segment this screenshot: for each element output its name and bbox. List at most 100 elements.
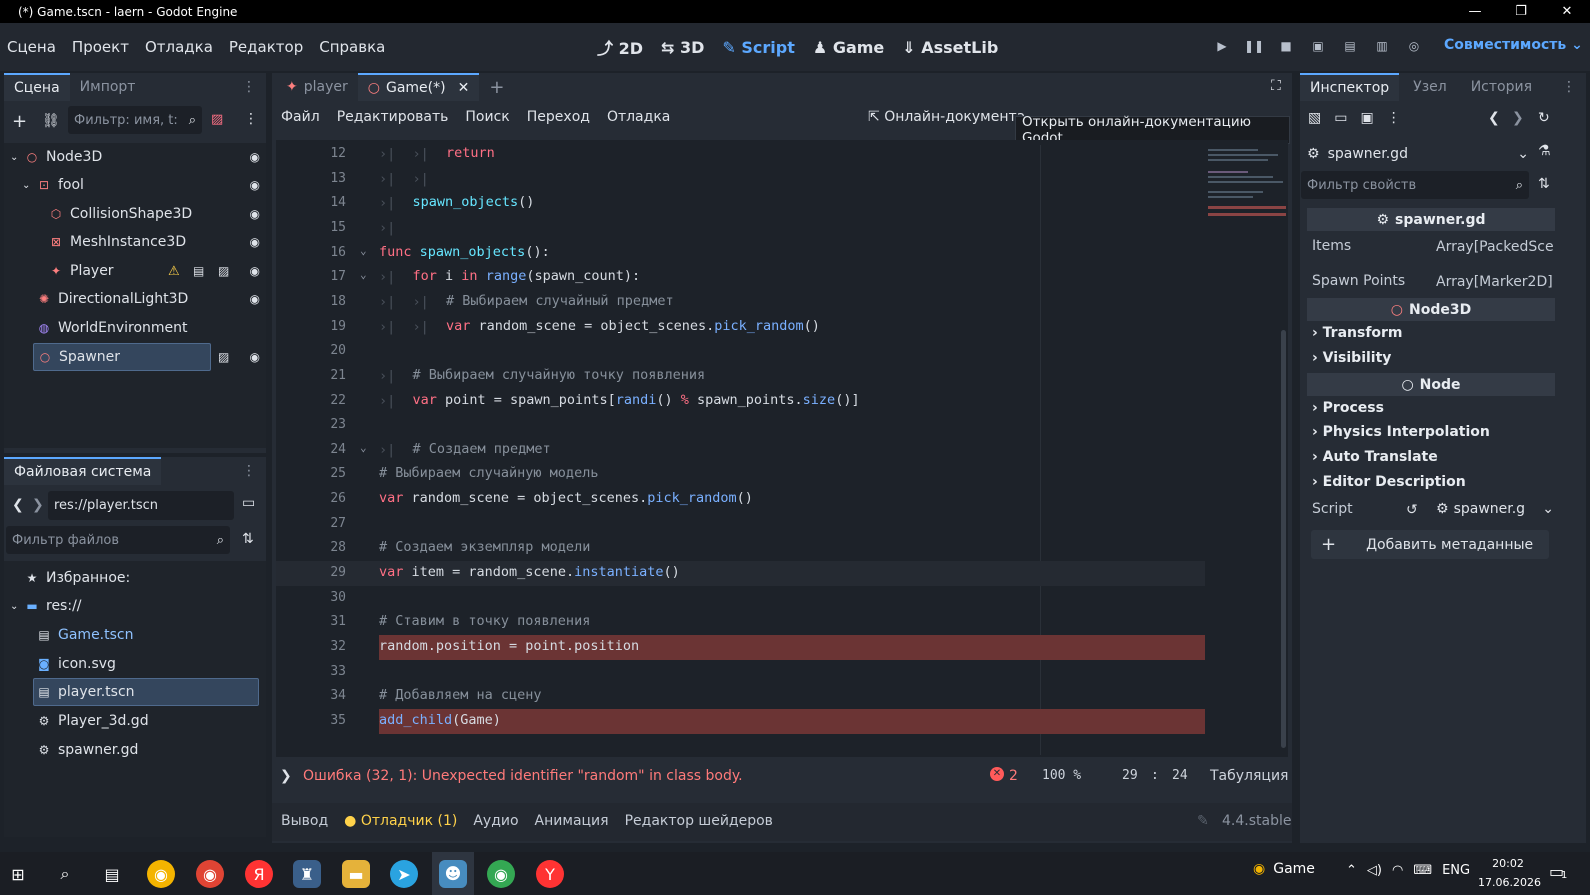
close-window-button[interactable]: ✕ [1544, 0, 1590, 23]
line-number[interactable]: 18 [276, 294, 346, 309]
tab-output[interactable]: Вывод [281, 813, 328, 829]
favorites-item[interactable]: ★ Избранное: [24, 564, 131, 592]
workspace-3d[interactable]: ⇆ 3D [661, 38, 704, 57]
play-custom-scene-icon[interactable]: ▥ [1372, 36, 1392, 56]
game-tray-item[interactable]: ◉ Game [1253, 861, 1315, 877]
file-player-tscn[interactable]: ▤ player.tscn [33, 678, 260, 706]
dock-menu-icon[interactable]: ⋮ [232, 73, 266, 101]
line-number[interactable]: 23 [276, 417, 346, 432]
line-number[interactable]: 17 [276, 269, 346, 284]
line-number[interactable]: 25 [276, 466, 346, 481]
search-icon[interactable]: ⌕ [51, 860, 79, 888]
more-icon[interactable]: ⋮ [1387, 110, 1401, 126]
code-line[interactable]: var random_scene = object_scenes.pick_ra… [446, 318, 820, 334]
tab-animation[interactable]: Анимация [535, 813, 609, 829]
menu-search[interactable]: Поиск [465, 109, 509, 125]
code-line[interactable]: # Создаем экземпляр модели [379, 539, 590, 555]
telegram-icon[interactable]: ➤ [390, 860, 418, 888]
menu-scene[interactable]: Сцена [7, 38, 56, 56]
chevron-up-icon[interactable]: ⌃ [1346, 863, 1357, 878]
group-process[interactable]: › Process [1312, 400, 1384, 416]
prop-items-value[interactable]: Array[PackedSce [1436, 239, 1554, 263]
tab-audio[interactable]: Аудио [473, 813, 518, 829]
back-icon[interactable]: ❮ [12, 497, 24, 513]
tree-node-meshinstance3d[interactable]: ⊠ MeshInstance3D ◉ [48, 228, 260, 256]
code-line[interactable]: # Выбираем случайную модель [379, 465, 598, 481]
fullscreen-icon[interactable]: ⛶ [1271, 78, 1281, 94]
group-physics-interpolation[interactable]: › Physics Interpolation [1312, 424, 1490, 440]
fold-arrow-icon[interactable]: ⌄ [360, 244, 367, 257]
movie-maker-icon[interactable]: ◎ [1404, 36, 1424, 56]
line-number[interactable]: 26 [276, 491, 346, 506]
line-number[interactable]: 31 [276, 614, 346, 629]
code-line[interactable]: var point = spawn_points[randi() % spawn… [413, 392, 860, 408]
split-view-icon[interactable]: ▭ [242, 495, 255, 511]
script-prop-value[interactable]: ⚙ spawner.g ⌄ [1436, 501, 1554, 517]
error-message[interactable]: Ошибка (32, 1): Unexpected identifier "r… [303, 768, 743, 784]
path-field[interactable]: res://player.tscn [48, 491, 234, 520]
attach-script-icon[interactable]: ▨ [211, 112, 223, 127]
code-line[interactable]: spawn_objects() [413, 194, 535, 210]
menu-debug-script[interactable]: Отладка [607, 109, 670, 125]
line-number[interactable]: 12 [276, 146, 346, 161]
object-properties-icon[interactable]: ⚗ [1538, 143, 1551, 159]
menu-file[interactable]: Файл [281, 109, 320, 125]
tab-node[interactable]: Узел [1403, 73, 1457, 101]
tab-debugger[interactable]: ● Отладчик (1) [344, 813, 457, 829]
tab-filesystem[interactable]: Файловая система [4, 457, 162, 485]
script-section-header[interactable]: ⚙ spawner.gd [1307, 208, 1555, 231]
tree-node-node3d[interactable]: ⌄ ○ Node3D ◉ [10, 143, 260, 171]
warning-icon[interactable]: ⚠ [168, 264, 180, 279]
minimap[interactable] [1206, 145, 1286, 245]
line-number[interactable]: 28 [276, 540, 346, 555]
property-filter-input[interactable]: Фильтр свойств ⌕ [1301, 171, 1529, 199]
script-attached-icon[interactable]: ▨ [218, 350, 229, 364]
workspace-game[interactable]: ♟ Game [813, 38, 884, 57]
code-line[interactable]: random.position = point.position [379, 638, 639, 654]
version-label[interactable]: 4.4.stable [1222, 813, 1291, 829]
pin-icon[interactable]: ✎ [1197, 813, 1209, 829]
menu-edit[interactable]: Редактировать [337, 109, 449, 125]
code-line[interactable]: # Выбираем случайный предмет [446, 293, 674, 309]
eye-icon[interactable]: ◉ [250, 235, 260, 249]
line-number[interactable]: 13 [276, 171, 346, 186]
tab-history[interactable]: История [1461, 73, 1542, 101]
line-number[interactable]: 29 [276, 565, 346, 580]
maximize-button[interactable]: ❐ [1498, 0, 1544, 23]
menu-help[interactable]: Справка [319, 38, 385, 56]
file-explorer-icon[interactable]: ▬ [342, 860, 370, 888]
play-scene-icon[interactable]: ▤ [1340, 36, 1360, 56]
file-player-3d-gd[interactable]: ⚙ Player_3d.gd [36, 707, 149, 735]
volume-icon[interactable]: ◁) [1367, 863, 1382, 878]
dock-menu-icon[interactable]: ⋮ [1552, 73, 1586, 101]
chrome-icon[interactable]: ◉ [147, 860, 175, 888]
code-line[interactable]: # Выбираем случайную точку появления [413, 367, 706, 383]
line-number[interactable]: 15 [276, 220, 346, 235]
scene-menu-icon[interactable]: ⋮ [244, 111, 258, 127]
file-game-tscn[interactable]: ▤ Game.tscn [36, 621, 133, 649]
line-number[interactable]: 22 [276, 393, 346, 408]
clock[interactable]: 20:02 17.06.2026 [1478, 854, 1541, 892]
line-number[interactable]: 30 [276, 590, 346, 605]
tree-node-directionallight3d[interactable]: ✺ DirectionalLight3D ◉ [36, 285, 260, 313]
tab-shader-editor[interactable]: Редактор шейдеров [625, 813, 773, 829]
forward-icon[interactable]: ❯ [32, 497, 44, 513]
file-spawner-gd[interactable]: ⚙ spawner.gd [36, 736, 139, 764]
indent-mode[interactable]: Табуляция [1210, 768, 1288, 784]
eye-icon[interactable]: ◉ [250, 264, 260, 278]
godot-taskbar-icon[interactable]: ☻ [432, 852, 474, 895]
group-editor-description[interactable]: › Editor Description [1312, 474, 1466, 490]
new-resource-icon[interactable]: ▧ [1308, 110, 1321, 126]
yandex-browser-icon[interactable]: Y [536, 860, 564, 888]
tree-node-collisionshape3d[interactable]: ⬡ CollisionShape3D ◉ [48, 200, 260, 228]
minimize-button[interactable]: — [1452, 0, 1498, 23]
stop-icon[interactable]: ■ [1276, 36, 1296, 56]
tab-player[interactable]: ✦ player [276, 73, 358, 101]
link-icon[interactable]: ⛓ [42, 113, 60, 129]
resource-selector[interactable]: ⚙ spawner.gd ⌄ [1307, 141, 1529, 167]
close-tab-icon[interactable]: ✕ [458, 80, 470, 96]
language-indicator[interactable]: ENG [1442, 863, 1470, 878]
tab-game[interactable]: ○ Game(*) ✕ [357, 73, 480, 101]
group-transform[interactable]: › Transform [1312, 325, 1403, 341]
prop-spawn-points-value[interactable]: Array[Marker2D] [1436, 274, 1554, 290]
